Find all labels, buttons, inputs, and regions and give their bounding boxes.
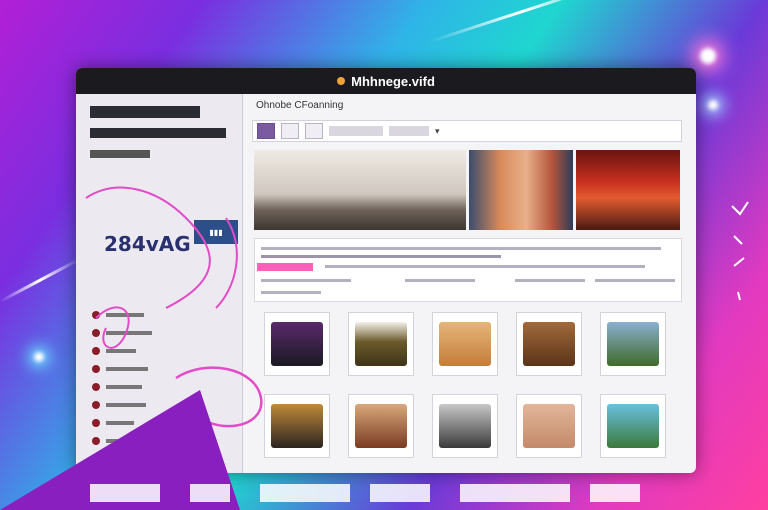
filter-panel: [254, 238, 682, 302]
grid-icon[interactable]: [305, 123, 323, 139]
product-card[interactable]: [348, 312, 414, 376]
product-card[interactable]: [600, 312, 666, 376]
light-streak: [429, 0, 612, 43]
sort-select[interactable]: [389, 126, 429, 136]
chevron-down-icon[interactable]: ▾: [435, 126, 440, 137]
menu-icon: [92, 365, 100, 373]
window-title: Mhhnege.vifd: [351, 73, 435, 89]
product-card[interactable]: [264, 312, 330, 376]
sidebar-item[interactable]: [92, 346, 212, 356]
menu-icon: [92, 419, 100, 427]
product-card[interactable]: [516, 312, 582, 376]
sidebar-item[interactable]: [92, 364, 212, 374]
sidebar-heading: [90, 106, 200, 118]
background-glow: [708, 100, 718, 110]
active-filter[interactable]: [257, 263, 313, 271]
light-streak: [0, 257, 81, 303]
product-card[interactable]: [516, 394, 582, 458]
background-glow: [700, 48, 716, 64]
sidebar-item[interactable]: [92, 328, 212, 338]
hero-image-showroom[interactable]: [254, 150, 466, 230]
toolbar: ▾: [252, 120, 682, 142]
app-dot-icon: [337, 77, 346, 85]
sidebar-item[interactable]: [92, 418, 212, 428]
product-grid: [264, 312, 684, 467]
sidebar-item[interactable]: [92, 436, 212, 446]
menu-icon: [92, 437, 100, 445]
menu-icon: [92, 329, 100, 337]
sidebar-item[interactable]: [92, 400, 212, 410]
product-card[interactable]: [432, 394, 498, 458]
stat-number: 284vAG: [104, 232, 191, 256]
app-header: Ohnobe CFoanning: [256, 100, 344, 111]
main-content: Ohnobe CFoanning ▾: [244, 94, 696, 473]
menu-icon: [92, 401, 100, 409]
hero-banner: [254, 150, 682, 230]
menu-icon: [92, 311, 100, 319]
caption-bar: [70, 478, 710, 506]
search-icon[interactable]: [257, 123, 275, 139]
sidebar-heading: [90, 150, 150, 158]
hero-image-store[interactable]: [576, 150, 680, 230]
sidebar-heading: [90, 128, 226, 138]
sidebar: 284vAG ▮▮▮: [76, 94, 243, 473]
product-card[interactable]: [600, 394, 666, 458]
menu-icon: [92, 383, 100, 391]
sidebar-item[interactable]: [92, 382, 212, 392]
filter-icon[interactable]: [281, 123, 299, 139]
product-card[interactable]: [264, 394, 330, 458]
title-bar: Mhhnege.vifd: [76, 68, 696, 94]
decorative-marks: [731, 201, 749, 301]
product-card[interactable]: [348, 394, 414, 458]
filter-select[interactable]: [329, 126, 383, 136]
background-glow: [34, 352, 44, 362]
hero-image-studio[interactable]: [469, 150, 573, 230]
product-card[interactable]: [432, 312, 498, 376]
menu-icon: [92, 347, 100, 355]
app-window: Mhhnege.vifd 284vAG ▮▮▮ Ohnobe CFoanning…: [76, 68, 696, 473]
status-badge[interactable]: ▮▮▮: [194, 220, 238, 244]
sidebar-item[interactable]: [92, 310, 212, 320]
